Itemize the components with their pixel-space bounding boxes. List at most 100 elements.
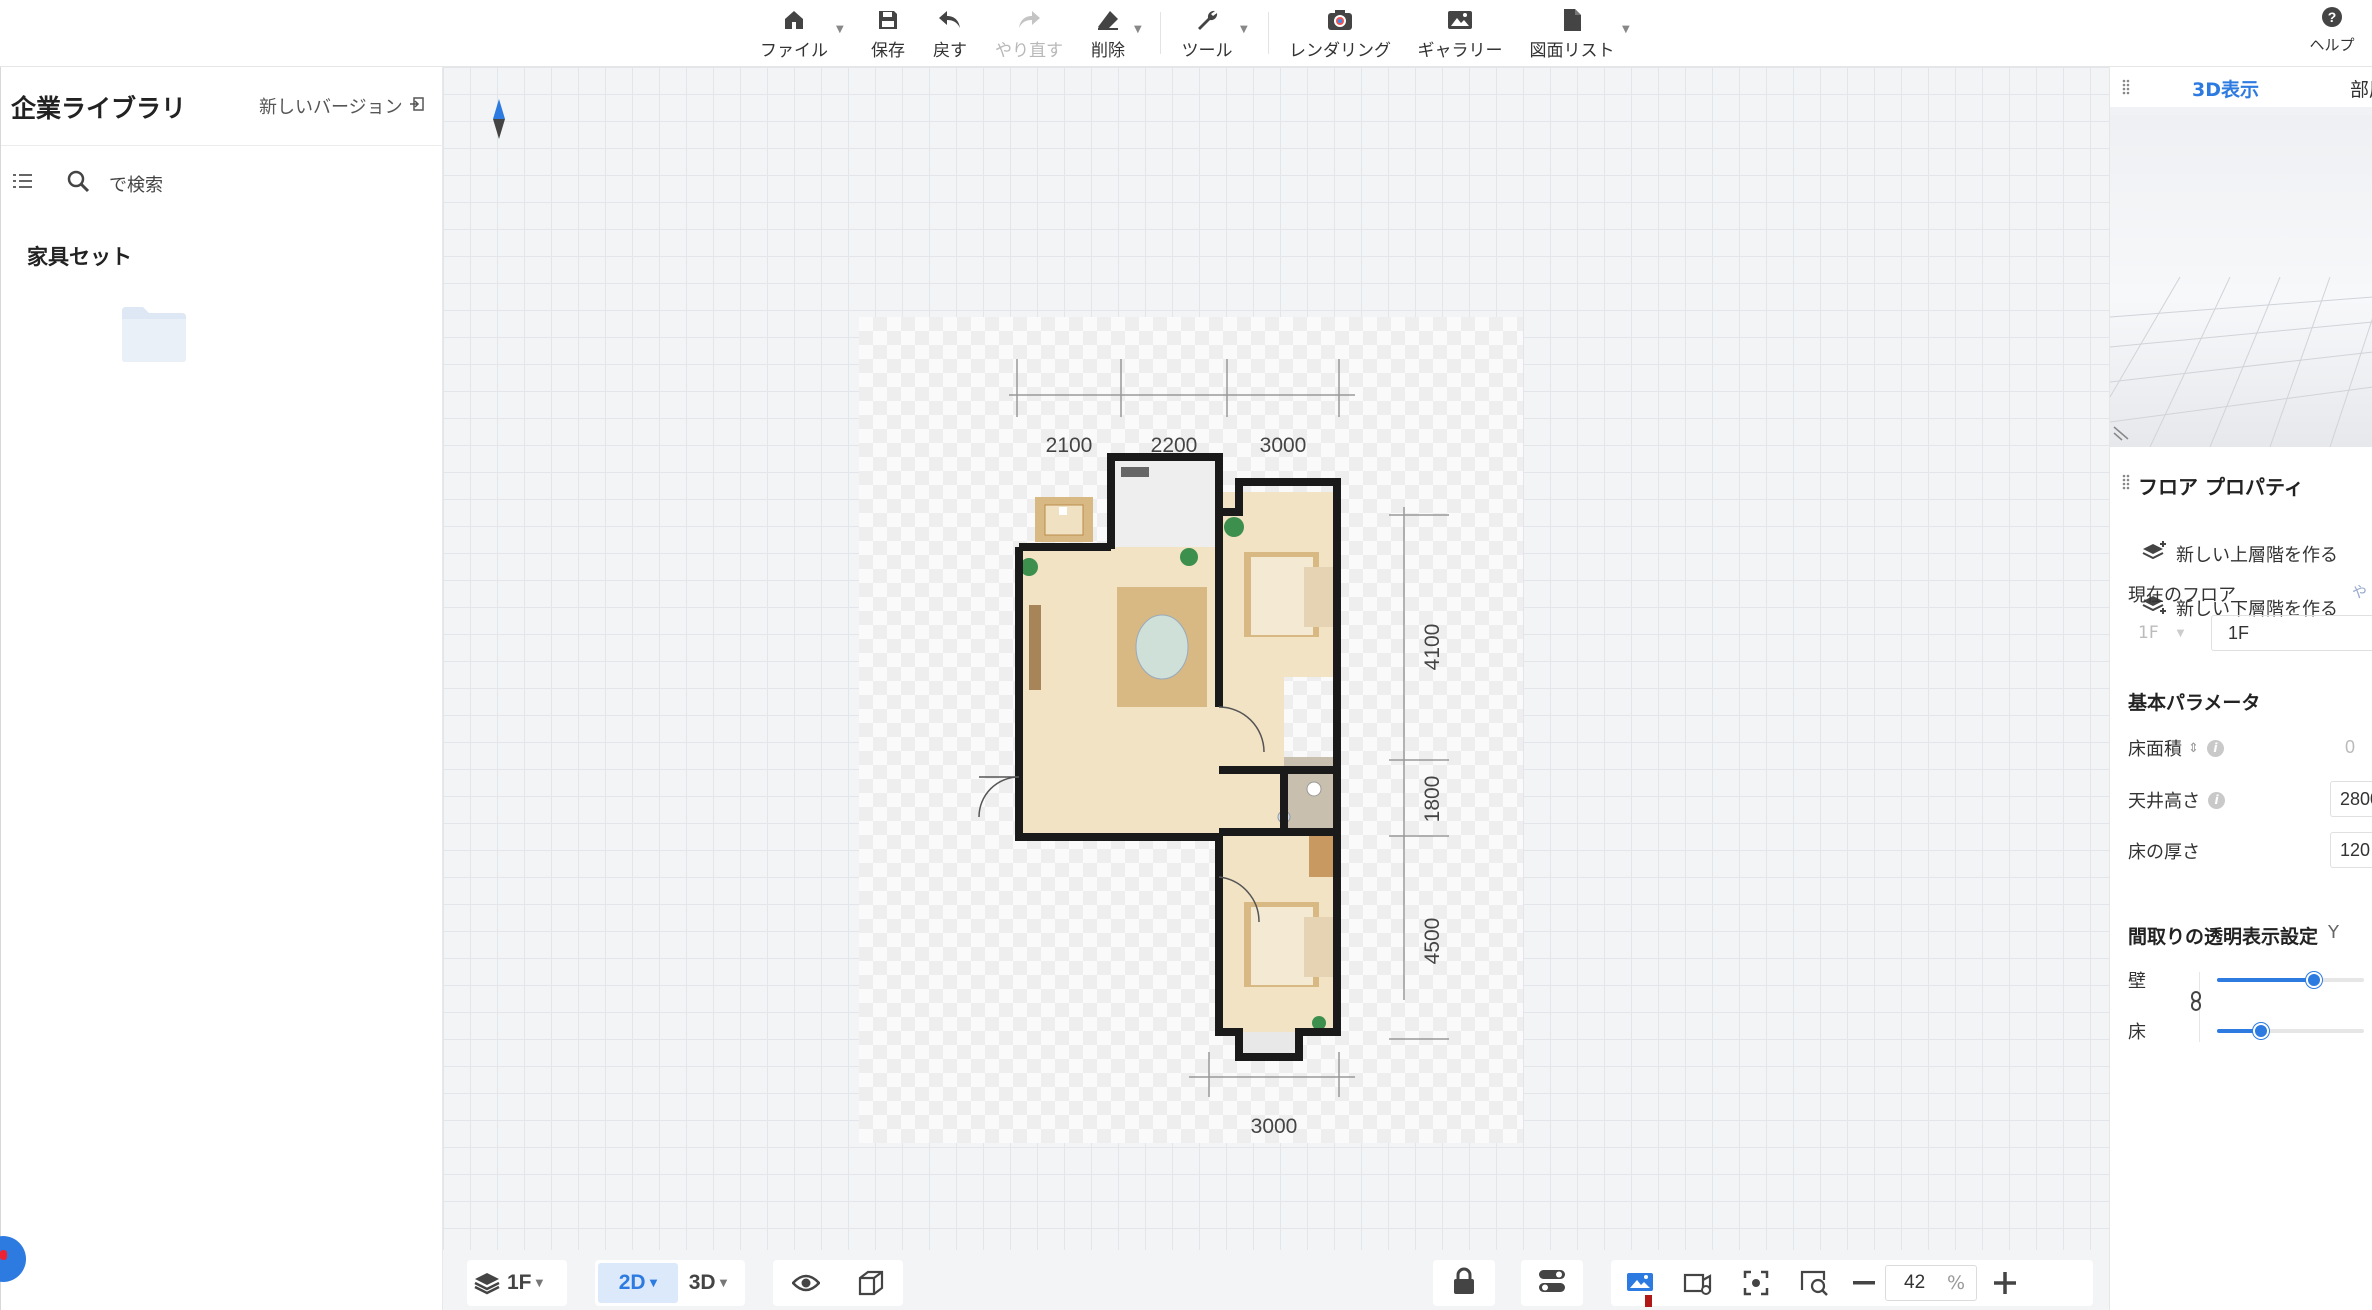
toolbar-divider — [1268, 12, 1269, 54]
view-mode-switch: 2D ▼ 3D ▼ — [595, 1260, 745, 1306]
library-title: 企業ライブラリ — [11, 94, 187, 123]
search-icon[interactable] — [66, 169, 90, 197]
properties-panel: 3D表示 部屋 フロア プロパティ 新しい上層階を作る — [2109, 67, 2372, 1310]
info-icon[interactable]: i — [2206, 739, 2224, 757]
furniture-set-title: 家具セット — [27, 245, 132, 269]
floor-thickness-input[interactable]: 120 — [2330, 832, 2372, 868]
redo-icon — [1014, 6, 1044, 34]
gallery-label: ギャラリー — [1417, 41, 1503, 61]
cube-icon[interactable] — [858, 1270, 884, 1296]
notification-dot — [0, 1250, 7, 1260]
help-button[interactable]: ? ヘルプ — [2302, 0, 2362, 60]
dim-top-3: 3000 — [1260, 434, 1307, 457]
eye-icon[interactable] — [792, 1273, 820, 1293]
help-label: ヘルプ — [2309, 35, 2355, 54]
image-icon — [1445, 6, 1475, 34]
chevron-down-icon: ▼ — [2176, 627, 2185, 639]
new-upper-floor-button[interactable]: 新しい上層階を作る — [2142, 540, 2338, 567]
design-canvas[interactable]: 2100 2200 3000 4100 1800 4500 3000 — [443, 67, 2109, 1250]
drawing-list-label: 図面リスト — [1529, 41, 1615, 61]
new-upper-floor-label: 新しい上層階を作る — [2176, 544, 2338, 566]
mode-3d-label: 3D — [688, 1271, 716, 1294]
save-label: 保存 — [871, 41, 905, 61]
floor-plan-area[interactable]: 2100 2200 3000 4100 1800 4500 3000 — [859, 317, 1523, 1143]
wall-slider-thumb[interactable] — [2306, 972, 2323, 988]
new-version-label: 新しいバージョン — [259, 97, 403, 118]
mode-3d-button[interactable]: 3D ▼ — [678, 1263, 738, 1303]
wall-slider-fill — [2217, 978, 2315, 982]
transparency-toggle[interactable]: Y — [2328, 922, 2339, 943]
floor-thickness-label: 床の厚さ — [2128, 842, 2200, 863]
basic-params-title: 基本パラメータ — [2128, 692, 2261, 714]
grid-floor — [2110, 277, 2372, 447]
search-input[interactable]: で検索 — [109, 171, 163, 197]
delete-label: 削除 — [1091, 41, 1125, 61]
transparency-title: 間取りの透明表示設定 — [2128, 926, 2319, 948]
home-icon — [779, 6, 809, 34]
compass-icon — [493, 99, 505, 143]
current-floor-select-value: 1F — [2138, 623, 2159, 643]
floor-slider-thumb[interactable] — [2253, 1023, 2270, 1039]
wrench-icon — [1192, 6, 1222, 34]
toggle-settings-button[interactable] — [1521, 1260, 1583, 1306]
delete-button[interactable]: 削除 — [1082, 0, 1134, 67]
wall-label: 壁 — [2128, 971, 2146, 992]
drawing-list-button[interactable]: 図面リスト — [1526, 0, 1618, 67]
chevron-icon: や — [2352, 583, 2368, 601]
tab-3d-view[interactable]: 3D表示 — [2192, 75, 2259, 102]
mouse-cursor — [1645, 1295, 1652, 1307]
camera-settings-icon[interactable] — [1669, 1270, 1727, 1296]
redo-button[interactable]: やり直す — [988, 0, 1070, 67]
floor-area-value: 0 — [2345, 737, 2356, 757]
library-panel: 企業ライブラリ 新しいバージョン で検索 家具セット — [0, 67, 444, 1310]
floor-selector[interactable]: 1F ▼ — [467, 1260, 567, 1306]
file-menu-button[interactable]: ファイル — [758, 0, 830, 67]
lock-icon — [1453, 1267, 1475, 1299]
tools-menu-button[interactable]: ツール — [1176, 0, 1238, 67]
folder-icon[interactable] — [121, 305, 187, 367]
chevron-down-icon: ▼ — [535, 1277, 544, 1289]
zoom-fit-icon[interactable] — [1785, 1270, 1843, 1296]
focus-icon[interactable] — [1727, 1270, 1785, 1296]
rendering-button[interactable]: レンダリング — [1289, 0, 1391, 67]
wall-opacity-slider[interactable] — [2217, 972, 2364, 988]
ceiling-height-label: 天井高さ — [2128, 791, 2200, 812]
3d-preview[interactable] — [2110, 107, 2372, 447]
background-image-icon[interactable] — [1611, 1272, 1669, 1294]
view-tools — [773, 1260, 903, 1306]
info-icon[interactable]: i — [2208, 791, 2225, 809]
zoom-out-icon[interactable] — [1843, 1281, 1885, 1285]
zoom-in-icon[interactable] — [1977, 1272, 2033, 1294]
dim-right-1: 4100 — [1421, 624, 1444, 671]
ceiling-height-input[interactable]: 2800 — [2330, 781, 2372, 817]
camera-icon — [1325, 6, 1355, 34]
gallery-button[interactable]: ギャラリー — [1414, 0, 1506, 67]
list-view-icon[interactable] — [13, 172, 33, 194]
current-floor-select[interactable]: 1F ▼ — [2128, 615, 2210, 651]
dim-bottom-1: 3000 — [1251, 1115, 1298, 1138]
drag-handle-icon[interactable] — [2122, 79, 2130, 99]
layers-icon — [467, 1271, 507, 1295]
undo-button[interactable]: 戻す — [924, 0, 976, 67]
chevron-down-icon: ▼ — [1134, 24, 1142, 35]
tab-room[interactable]: 部屋 — [2350, 75, 2372, 102]
chevron-down-icon: ▼ — [719, 1277, 728, 1289]
drag-handle-icon[interactable] — [2122, 474, 2130, 494]
save-button[interactable]: 保存 — [862, 0, 914, 67]
current-floor-input[interactable]: 1F — [2211, 615, 2372, 651]
eraser-icon — [1093, 6, 1123, 34]
sort-icon[interactable]: ⇕ — [2188, 741, 2199, 756]
chevron-down-icon: ▼ — [1622, 24, 1630, 35]
undo-label: 戻す — [933, 41, 967, 61]
save-icon — [873, 6, 903, 34]
divider — [1, 145, 444, 146]
lock-button[interactable] — [1433, 1260, 1495, 1306]
redo-label: やり直す — [995, 41, 1063, 61]
undo-icon — [935, 6, 965, 34]
dim-right-2: 1800 — [1421, 776, 1444, 823]
floor-opacity-slider[interactable] — [2217, 1023, 2364, 1039]
new-version-link[interactable]: 新しいバージョン — [259, 93, 425, 119]
link-icon[interactable] — [2190, 991, 2202, 1015]
layers-add-icon — [2142, 540, 2168, 567]
mode-2d-button[interactable]: 2D ▼ — [598, 1263, 678, 1303]
